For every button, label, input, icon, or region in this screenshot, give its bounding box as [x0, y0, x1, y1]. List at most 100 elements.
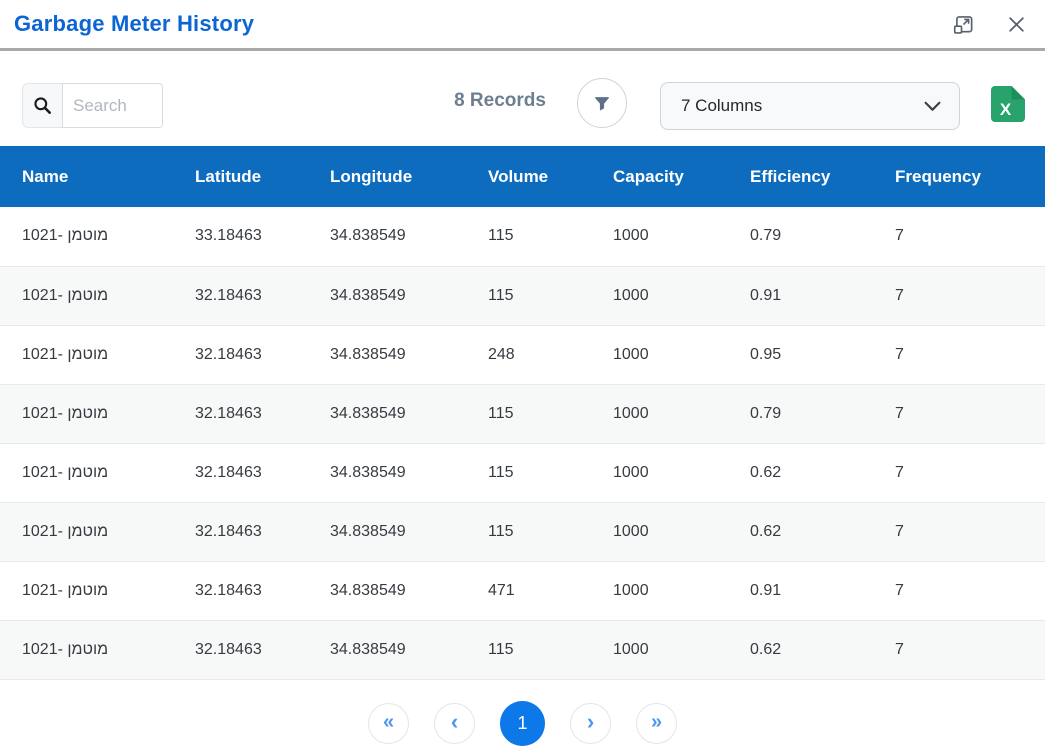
cell-longitude: 34.838549: [330, 266, 488, 325]
table-row: 1021- מוטמן 32.18463 34.838549 115 1000 …: [0, 620, 1045, 679]
cell-longitude: 34.838549: [330, 325, 488, 384]
excel-icon: X: [991, 86, 1025, 122]
toolbar: 8 Records 7 Columns X: [0, 51, 1045, 146]
titlebar: Garbage Meter History: [0, 0, 1045, 48]
cell-capacity: 1000: [613, 502, 750, 561]
search-group: [22, 83, 163, 128]
cell-efficiency: 0.62: [750, 620, 895, 679]
cell-name: 1021- מוטמן: [0, 207, 195, 266]
pagination-next-button[interactable]: ›: [570, 703, 611, 744]
cell-efficiency: 0.91: [750, 266, 895, 325]
close-button[interactable]: [1004, 12, 1029, 37]
pagination-last-icon: »: [651, 712, 662, 732]
cell-capacity: 1000: [613, 207, 750, 266]
cell-longitude: 34.838549: [330, 384, 488, 443]
pagination: « ‹ 1 › »: [0, 701, 1045, 746]
records-count: 8 Records: [440, 51, 560, 146]
cell-latitude: 32.18463: [195, 561, 330, 620]
page-title: Garbage Meter History: [14, 11, 254, 37]
cell-name: 1021- מוטמן: [0, 266, 195, 325]
pagination-prev-icon: ‹: [451, 711, 458, 733]
titlebar-icons: [950, 10, 1029, 38]
cell-frequency: 7: [895, 266, 1045, 325]
column-header-name: Name: [0, 146, 195, 207]
cell-capacity: 1000: [613, 561, 750, 620]
garbage-meter-history-window: Garbage Meter History: [0, 0, 1045, 756]
close-icon: [1006, 14, 1027, 35]
cell-capacity: 1000: [613, 325, 750, 384]
cell-capacity: 1000: [613, 620, 750, 679]
cell-efficiency: 0.91: [750, 561, 895, 620]
column-header-longitude: Longitude: [330, 146, 488, 207]
cell-latitude: 32.18463: [195, 502, 330, 561]
cell-efficiency: 0.95: [750, 325, 895, 384]
column-header-efficiency: Efficiency: [750, 146, 895, 207]
search-icon: [22, 83, 62, 128]
cell-name: 1021- מוטמן: [0, 620, 195, 679]
cell-name: 1021- מוטמן: [0, 502, 195, 561]
pagination-first-button[interactable]: «: [368, 703, 409, 744]
cell-volume: 471: [488, 561, 613, 620]
cell-volume: 115: [488, 266, 613, 325]
cell-frequency: 7: [895, 207, 1045, 266]
cell-efficiency: 0.62: [750, 443, 895, 502]
cell-frequency: 7: [895, 325, 1045, 384]
expand-button[interactable]: [950, 10, 978, 38]
column-header-capacity: Capacity: [613, 146, 750, 207]
columns-select-value: 7 Columns: [681, 96, 762, 116]
table-row: 1021- מוטמן 32.18463 34.838549 248 1000 …: [0, 325, 1045, 384]
table-body: 1021- מוטמן 33.18463 34.838549 115 1000 …: [0, 207, 1045, 679]
cell-efficiency: 0.62: [750, 502, 895, 561]
cell-efficiency: 0.79: [750, 207, 895, 266]
data-table: Name Latitude Longitude Volume Capacity …: [0, 146, 1045, 680]
cell-name: 1021- מוטמן: [0, 384, 195, 443]
cell-capacity: 1000: [613, 443, 750, 502]
pagination-page-1-button[interactable]: 1: [500, 701, 545, 746]
pagination-first-icon: «: [383, 712, 394, 732]
filter-button[interactable]: [577, 78, 627, 128]
cell-volume: 248: [488, 325, 613, 384]
cell-longitude: 34.838549: [330, 502, 488, 561]
pagination-last-button[interactable]: »: [636, 703, 677, 744]
cell-name: 1021- מוטמן: [0, 561, 195, 620]
cell-latitude: 32.18463: [195, 325, 330, 384]
cell-volume: 115: [488, 502, 613, 561]
cell-name: 1021- מוטמן: [0, 325, 195, 384]
columns-select[interactable]: 7 Columns: [660, 82, 960, 130]
pagination-prev-button[interactable]: ‹: [434, 703, 475, 744]
cell-capacity: 1000: [613, 266, 750, 325]
table-row: 1021- מוטמן 32.18463 34.838549 115 1000 …: [0, 384, 1045, 443]
pagination-next-icon: ›: [587, 711, 594, 733]
cell-longitude: 34.838549: [330, 620, 488, 679]
cell-latitude: 32.18463: [195, 443, 330, 502]
cell-longitude: 34.838549: [330, 443, 488, 502]
cell-volume: 115: [488, 620, 613, 679]
cell-frequency: 7: [895, 561, 1045, 620]
cell-efficiency: 0.79: [750, 384, 895, 443]
chevron-down-icon: [924, 101, 941, 112]
column-header-frequency: Frequency: [895, 146, 1045, 207]
table-row: 1021- מוטמן 33.18463 34.838549 115 1000 …: [0, 207, 1045, 266]
cell-volume: 115: [488, 443, 613, 502]
cell-latitude: 32.18463: [195, 266, 330, 325]
cell-volume: 115: [488, 384, 613, 443]
cell-longitude: 34.838549: [330, 561, 488, 620]
excel-export-button[interactable]: X: [991, 86, 1025, 122]
cell-frequency: 7: [895, 443, 1045, 502]
cell-name: 1021- מוטמן: [0, 443, 195, 502]
table-row: 1021- מוטמן 32.18463 34.838549 115 1000 …: [0, 443, 1045, 502]
svg-text:X: X: [1000, 100, 1012, 119]
table-header: Name Latitude Longitude Volume Capacity …: [0, 146, 1045, 207]
pagination-page-number: 1: [517, 714, 527, 732]
search-input[interactable]: [62, 83, 163, 128]
cell-latitude: 32.18463: [195, 620, 330, 679]
cell-frequency: 7: [895, 502, 1045, 561]
table-row: 1021- מוטמן 32.18463 34.838549 471 1000 …: [0, 561, 1045, 620]
cell-frequency: 7: [895, 620, 1045, 679]
expand-icon: [952, 12, 976, 36]
cell-longitude: 34.838549: [330, 207, 488, 266]
table-row: 1021- מוטמן 32.18463 34.838549 115 1000 …: [0, 502, 1045, 561]
column-header-latitude: Latitude: [195, 146, 330, 207]
funnel-icon: [591, 92, 613, 114]
cell-latitude: 32.18463: [195, 384, 330, 443]
